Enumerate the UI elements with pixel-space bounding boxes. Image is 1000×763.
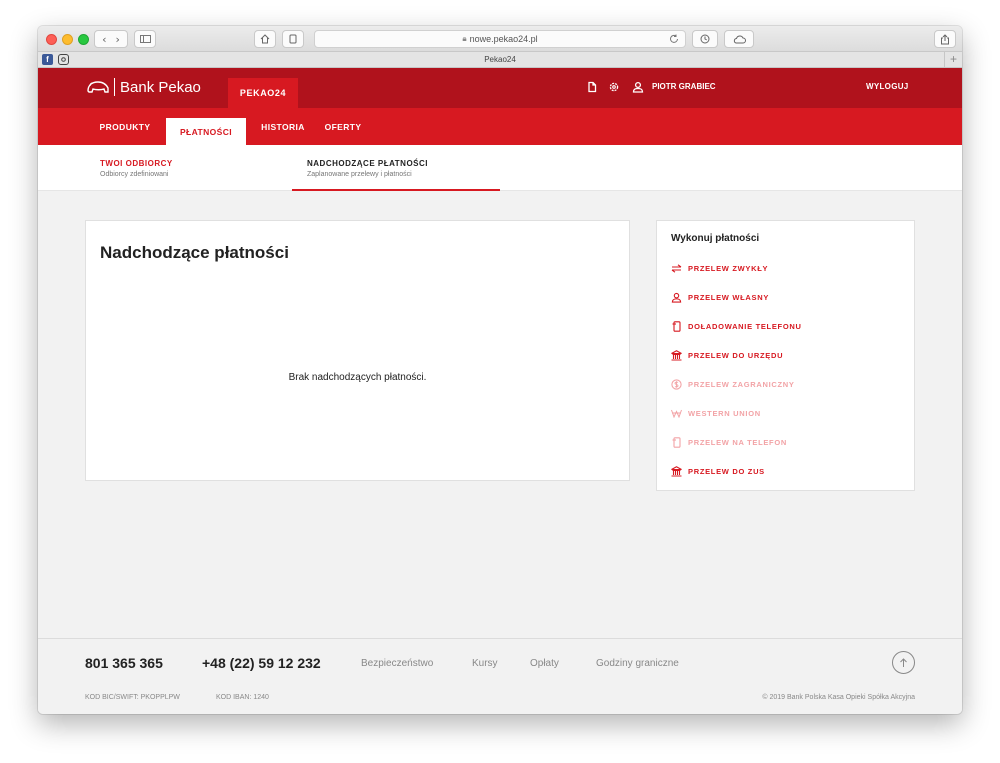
cloud-icon [733, 35, 746, 43]
document-icon[interactable] [586, 81, 598, 93]
bic-code: KOD BIC/SWIFT: PKOPPLPW [85, 694, 180, 701]
user-icon[interactable] [632, 81, 644, 93]
phone-transfer-icon [671, 436, 682, 448]
action-label: DOŁADOWANIE TELEFONU [688, 321, 802, 331]
new-tab-button[interactable]: + [944, 52, 962, 68]
iban-code: KOD IBAN: 1240 [216, 694, 269, 701]
panel-title: Wykonuj płatności [671, 233, 760, 244]
action-przelew-wlasny[interactable]: PRZELEW WŁASNY [671, 290, 769, 304]
action-przelew-zagraniczny[interactable]: PRZELEW ZAGRANICZNY [671, 377, 795, 391]
action-przelew-zwykly[interactable]: PRZELEW ZWYKŁY [671, 261, 768, 275]
back-forward-buttons[interactable]: ‹ › [94, 30, 128, 48]
sub-nav: TWOI ODBIORCY Odbiorcy zdefiniowani NADC… [38, 145, 962, 191]
share-button[interactable] [934, 30, 956, 48]
bison-logo-icon [87, 81, 109, 93]
subnav-item-nadchodzace[interactable]: NADCHODZĄCE PŁATNOŚCI Zaplanowane przele… [307, 145, 497, 191]
subnav-title: NADCHODZĄCE PŁATNOŚCI [307, 159, 429, 168]
phone-topup-icon [671, 320, 682, 332]
tab-title[interactable]: Pekao24 [38, 52, 962, 68]
page-title: Nadchodzące płatności [100, 243, 289, 262]
site-header: Bank Pekao PEKAO24 PIOTR GRABIEC WYLOGUJ [38, 68, 962, 108]
phone-number-primary[interactable]: 801 365 365 [85, 655, 163, 671]
site-footer: 801 365 365 +48 (22) 59 12 232 Bezpiecze… [38, 638, 962, 714]
action-label: PRZELEW NA TELEFON [688, 437, 787, 447]
scroll-to-top-button[interactable] [892, 651, 915, 674]
nav-item-oferty[interactable]: OFERTY [316, 108, 370, 145]
upcoming-payments-panel: Nadchodzące płatności Brak nadchodzących… [85, 220, 630, 481]
active-subnav-indicator [292, 189, 500, 191]
instagram-icon[interactable] [58, 54, 69, 65]
action-label: PRZELEW DO ZUS [688, 466, 765, 476]
history-button[interactable] [692, 30, 718, 48]
office-building-icon [671, 349, 682, 361]
action-label: PRZELEW DO URZĘDU [688, 350, 784, 360]
subnav-title: TWOI ODBIORCY [100, 159, 173, 168]
make-payment-panel: Wykonuj płatności PRZELEW ZWYKŁY PRZELEW… [656, 220, 915, 491]
facebook-icon[interactable]: f [42, 54, 53, 65]
nav-item-platnosci[interactable]: PŁATNOŚCI [166, 118, 246, 145]
reload-button[interactable] [666, 30, 682, 48]
extension-icon [289, 34, 297, 44]
sidebar-icon [139, 35, 151, 43]
back-icon[interactable]: ‹ [102, 33, 106, 46]
reload-icon [670, 34, 678, 43]
url-text: nowe.pekao24.pl [469, 34, 538, 44]
user-icon [671, 292, 682, 303]
footer-link-kursy[interactable]: Kursy [472, 658, 498, 669]
browser-window: ‹ › 🔒︎ nowe.pekao24.pl Pekao24 f + Bank … [38, 26, 962, 714]
action-przelew-do-zus[interactable]: PRZELEW DO ZUS [671, 464, 765, 478]
subnav-subtitle: Zaplanowane przelewy i płatności [307, 171, 412, 178]
settings-icon[interactable] [608, 81, 620, 93]
browser-toolbar: ‹ › 🔒︎ nowe.pekao24.pl [38, 26, 962, 52]
action-label: WESTERN UNION [688, 408, 761, 418]
footer-link-godziny[interactable]: Godziny graniczne [596, 658, 679, 669]
transfer-arrows-icon [671, 263, 682, 274]
phone-number-secondary[interactable]: +48 (22) 59 12 232 [202, 655, 321, 671]
copyright: © 2019 Bank Polska Kasa Opieki Spółka Ak… [762, 694, 915, 701]
minimize-window-button[interactable] [62, 34, 73, 45]
favorites-bar: Pekao24 f + [38, 52, 962, 68]
pekao24-tab[interactable]: PEKAO24 [228, 78, 298, 108]
lock-icon: 🔒︎ [462, 34, 467, 43]
action-przelew-na-telefon[interactable]: PRZELEW NA TELEFON [671, 435, 787, 449]
office-building-icon [671, 465, 682, 477]
action-western-union[interactable]: WESTERN UNION [671, 406, 761, 420]
action-doladowanie-telefonu[interactable]: DOŁADOWANIE TELEFONU [671, 319, 802, 333]
footer-link-oplaty[interactable]: Opłaty [530, 658, 559, 669]
home-button[interactable] [254, 30, 276, 48]
subnav-item-twoi-odbiorcy[interactable]: TWOI ODBIORCY Odbiorcy zdefiniowani [100, 145, 280, 191]
currency-icon [671, 378, 682, 390]
clock-icon [700, 34, 710, 44]
forward-icon[interactable]: › [116, 33, 120, 46]
icloud-button[interactable] [724, 30, 754, 48]
action-label: PRZELEW ZAGRANICZNY [688, 379, 795, 389]
share-icon [941, 33, 949, 44]
nav-item-historia[interactable]: HISTORIA [250, 108, 316, 145]
empty-state-message: Brak nadchodzących płatności. [288, 372, 427, 383]
bank-logo[interactable]: Bank Pekao [86, 78, 201, 96]
close-window-button[interactable] [46, 34, 57, 45]
user-name[interactable]: PIOTR GRABIEC [652, 82, 716, 91]
home-icon [260, 34, 270, 44]
logout-button[interactable]: WYLOGUJ [866, 82, 909, 91]
logo-separator [114, 78, 115, 96]
arrow-up-icon [900, 657, 907, 667]
footer-link-bezpieczenstwo[interactable]: Bezpieczeństwo [361, 658, 433, 669]
action-label: PRZELEW WŁASNY [688, 292, 770, 302]
action-label: PRZELEW ZWYKŁY [688, 263, 769, 273]
western-union-icon [671, 408, 682, 419]
extension-button[interactable] [282, 30, 304, 48]
zoom-window-button[interactable] [78, 34, 89, 45]
sidebar-toggle-button[interactable] [134, 30, 156, 48]
brand-name: Bank Pekao [120, 78, 201, 96]
nav-item-produkty[interactable]: PRODUKTY [92, 108, 158, 145]
address-bar[interactable]: 🔒︎ nowe.pekao24.pl [314, 30, 686, 48]
action-przelew-do-urzedu[interactable]: PRZELEW DO URZĘDU [671, 348, 783, 362]
subnav-subtitle: Odbiorcy zdefiniowani [100, 171, 169, 178]
main-nav: PRODUKTY PŁATNOŚCI HISTORIA OFERTY [38, 108, 962, 145]
